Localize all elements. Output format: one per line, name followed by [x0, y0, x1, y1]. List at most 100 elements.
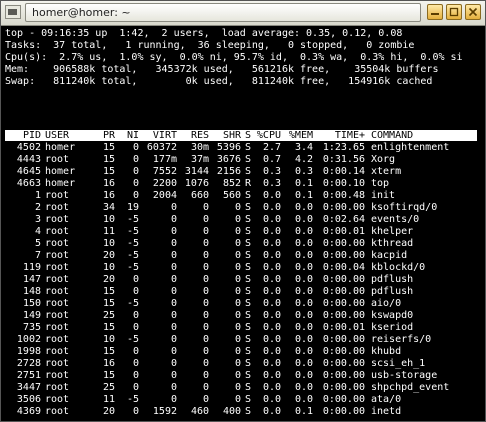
- minimize-icon: [431, 13, 439, 15]
- cell-mem: 3.4: [294, 142, 313, 153]
- cell-mem: 0.0: [294, 334, 313, 345]
- cell-user: root: [45, 382, 70, 393]
- cell-command: ksoftirqd/0: [371, 202, 438, 213]
- cell-nice: 0: [132, 346, 139, 357]
- cell-nice: -5: [126, 298, 139, 309]
- process-row: 3506 root 11 -5 0 0 0 S 0.0 0.0 0:00.00 ata/0: [5, 394, 477, 406]
- cell-command: pdflush: [371, 274, 414, 285]
- cell-user: root: [45, 250, 70, 261]
- cell-cpu: 0.0: [262, 346, 281, 357]
- cell-priority: 25: [102, 382, 115, 393]
- cell-pid: 4: [34, 226, 41, 237]
- cell-priority: 15: [102, 298, 115, 309]
- cell-command: top: [371, 178, 390, 189]
- cell-user: root: [45, 274, 70, 285]
- cell-user: root: [45, 322, 70, 333]
- cell-res: 0: [202, 370, 209, 381]
- cell-shr: 0: [234, 370, 241, 381]
- cell-pid: 3: [34, 214, 41, 225]
- cell-time: 0:00.00: [322, 394, 365, 405]
- cell-user: root: [45, 154, 70, 165]
- cell-mem: 0.0: [294, 394, 313, 405]
- cell-cpu: 0.0: [262, 226, 281, 237]
- cell-time: 0:00.00: [322, 406, 365, 417]
- cell-command: events/0: [371, 214, 420, 225]
- cell-cpu: 0.0: [262, 334, 281, 345]
- cell-time: 0:00.01: [322, 226, 365, 237]
- minimize-button[interactable]: [427, 4, 443, 20]
- cell-nice: 0: [132, 358, 139, 369]
- cell-pid: 5: [34, 238, 41, 249]
- cell-priority: 10: [102, 214, 115, 225]
- maximize-button[interactable]: [446, 4, 462, 20]
- cell-pid: 150: [22, 298, 41, 309]
- header-virt: VIRT: [152, 130, 177, 141]
- cell-command: shpchpd_event: [371, 382, 450, 393]
- cell-virt: 0: [170, 238, 177, 249]
- cell-mem: 0.0: [294, 214, 313, 225]
- cell-cpu: 0.0: [262, 310, 281, 321]
- cell-command: ata/0: [371, 394, 402, 405]
- close-icon: [468, 7, 478, 17]
- terminal-output[interactable]: top - 09:16:35 up 1:42, 2 users, load av…: [1, 26, 485, 421]
- cell-cpu: 0.0: [262, 370, 281, 381]
- cell-user: root: [45, 358, 70, 369]
- cell-command: inetd: [371, 406, 402, 417]
- cell-mem: 0.1: [294, 406, 313, 417]
- cell-priority: 15: [102, 142, 115, 153]
- process-row: 735 root 15 0 0 0 0 S 0.0 0.0 0:00.01 kseriod: [5, 322, 477, 334]
- cell-pid: 4443: [16, 154, 41, 165]
- cell-command: reiserfs/0: [371, 334, 432, 345]
- cell-virt: 0: [170, 358, 177, 369]
- cell-time: 1:23.65: [322, 142, 365, 153]
- cell-priority: 20: [102, 406, 115, 417]
- process-row: 2 root 34 19 0 0 0 S 0.0 0.0 0:00.00 ksoftirqd/0: [5, 202, 477, 214]
- cell-cpu: 0.0: [262, 250, 281, 261]
- cell-res: 0: [202, 274, 209, 285]
- cell-nice: -5: [126, 262, 139, 273]
- cell-user: root: [45, 406, 70, 417]
- cell-priority: 15: [102, 370, 115, 381]
- cell-pid: 1998: [16, 346, 41, 357]
- window-menu-icon[interactable]: [5, 5, 21, 19]
- cell-cpu: 0.0: [262, 238, 281, 249]
- cell-pid: 4369: [16, 406, 41, 417]
- cell-virt: 0: [170, 286, 177, 297]
- cell-user: homer: [45, 166, 76, 177]
- cell-cpu: 0.0: [262, 358, 281, 369]
- cell-shr: 0: [234, 250, 241, 261]
- cell-shr: 0: [234, 346, 241, 357]
- cell-pid: 4663: [16, 178, 41, 189]
- cell-cpu: 0.0: [262, 394, 281, 405]
- cell-virt: 0: [170, 202, 177, 213]
- cell-mem: 0.0: [294, 310, 313, 321]
- cell-pid: 148: [22, 286, 41, 297]
- cell-command: khelper: [371, 226, 414, 237]
- cell-time: 0:00.00: [322, 250, 365, 261]
- process-row: 3 root 10 -5 0 0 0 S 0.0 0.0 0:02.64 events/0: [5, 214, 477, 226]
- cell-pid: 1002: [16, 334, 41, 345]
- cell-virt: 0: [170, 214, 177, 225]
- cell-shr: 852: [222, 178, 241, 189]
- cell-res: 460: [190, 406, 209, 417]
- cell-shr: 0: [234, 262, 241, 273]
- title-bar[interactable]: homer@homer: ~: [1, 1, 485, 26]
- cell-mem: 0.0: [294, 358, 313, 369]
- close-button[interactable]: [465, 4, 481, 20]
- cell-res: 660: [190, 190, 209, 201]
- cell-nice: -5: [126, 394, 139, 405]
- cell-mem: 0.0: [294, 346, 313, 357]
- process-row: 2728 root 16 0 0 0 0 S 0.0 0.0 0:00.00 scsi_eh_1: [5, 358, 477, 370]
- cell-priority: 15: [102, 346, 115, 357]
- cell-pid: 2751: [16, 370, 41, 381]
- cell-mem: 0.0: [294, 370, 313, 381]
- cell-nice: 0: [132, 310, 139, 321]
- cell-nice: 0: [132, 154, 139, 165]
- header-priority: PR: [102, 130, 115, 141]
- cell-shr: 0: [234, 226, 241, 237]
- cell-shr: 5396: [216, 142, 241, 153]
- cell-shr: 0: [234, 202, 241, 213]
- header-shr: SHR: [222, 130, 241, 141]
- cell-command: usb-storage: [371, 370, 438, 381]
- cell-time: 0:00.48: [322, 190, 365, 201]
